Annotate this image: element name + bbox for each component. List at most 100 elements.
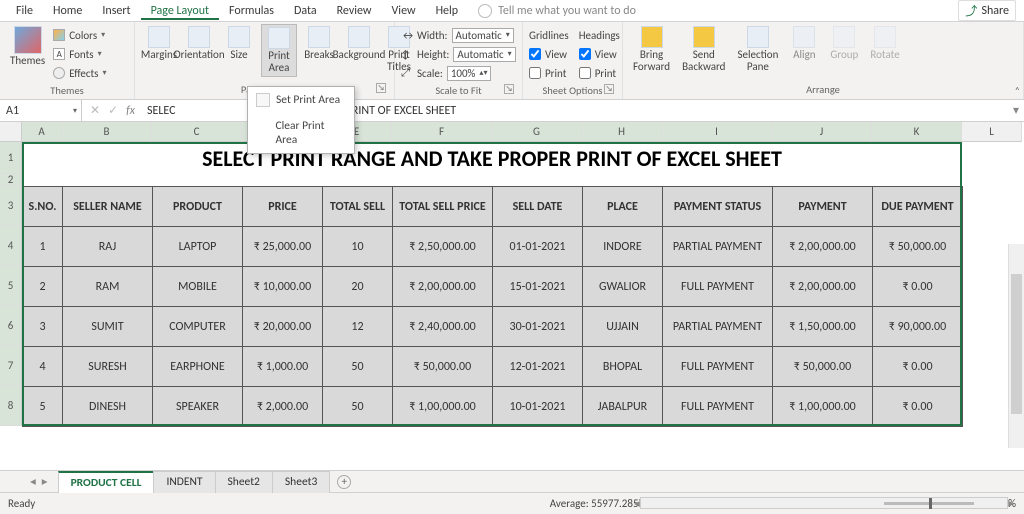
table-cell[interactable]: UJJAIN bbox=[583, 307, 663, 347]
table-cell[interactable]: RAJ bbox=[63, 227, 153, 267]
effects-button[interactable]: Effects ▾ bbox=[53, 64, 106, 82]
table-cell[interactable]: 3 bbox=[23, 307, 63, 347]
menu-data[interactable]: Data bbox=[284, 2, 327, 20]
group-button[interactable]: Group bbox=[826, 24, 862, 63]
table-cell[interactable]: 10-01-2021 bbox=[493, 387, 583, 427]
share-button[interactable]: ⤴ Share bbox=[958, 0, 1016, 21]
cancel-icon[interactable]: ✕ bbox=[90, 103, 100, 118]
table-cell[interactable]: PARTIAL PAYMENT bbox=[663, 307, 773, 347]
table-cell[interactable]: ₹ 20,000.00 bbox=[243, 307, 323, 347]
sheet-tab[interactable]: Sheet2 bbox=[215, 471, 273, 493]
table-header-cell[interactable]: PLACE bbox=[583, 187, 663, 227]
table-cell[interactable]: PARTIAL PAYMENT bbox=[663, 227, 773, 267]
table-header-cell[interactable]: S.NO. bbox=[23, 187, 63, 227]
table-cell[interactable]: COMPUTER bbox=[153, 307, 243, 347]
table-header-cell[interactable]: SELLER NAME bbox=[63, 187, 153, 227]
scale-combo[interactable]: ⤢Scale:100%▴▾ bbox=[401, 64, 516, 82]
table-cell[interactable]: FULL PAYMENT bbox=[663, 387, 773, 427]
menu-file[interactable]: File bbox=[6, 2, 43, 20]
table-header-cell[interactable]: DUE PAYMENT bbox=[873, 187, 963, 227]
table-cell[interactable]: FULL PAYMENT bbox=[663, 347, 773, 387]
col-header-C[interactable]: C bbox=[152, 122, 242, 142]
table-cell[interactable]: 12 bbox=[323, 307, 393, 347]
bring-forward-button[interactable]: Bring Forward bbox=[629, 24, 674, 75]
height-combo[interactable]: ↕Height:Automatic▾ bbox=[401, 45, 516, 63]
table-cell[interactable]: ₹ 2,000.00 bbox=[243, 387, 323, 427]
col-header-B[interactable]: B bbox=[62, 122, 152, 142]
table-cell[interactable]: FULL PAYMENT bbox=[663, 267, 773, 307]
fonts-button[interactable]: AFonts ▾ bbox=[53, 45, 106, 63]
table-cell[interactable]: INDORE bbox=[583, 227, 663, 267]
col-header-H[interactable]: H bbox=[582, 122, 662, 142]
table-cell[interactable]: RAM bbox=[63, 267, 153, 307]
table-cell[interactable]: 1 bbox=[23, 227, 63, 267]
table-cell[interactable]: 30-01-2021 bbox=[493, 307, 583, 347]
menu-home[interactable]: Home bbox=[43, 2, 92, 20]
menu-help[interactable]: Help bbox=[426, 2, 469, 20]
col-header-L[interactable]: L bbox=[962, 122, 1022, 142]
row-header-1[interactable]: 1 bbox=[0, 142, 22, 174]
background-button[interactable]: Background bbox=[341, 24, 377, 63]
gridlines-print-check[interactable]: Print bbox=[529, 64, 569, 82]
table-cell[interactable]: MOBILE bbox=[153, 267, 243, 307]
table-header-cell[interactable]: SELL DATE bbox=[493, 187, 583, 227]
table-header-cell[interactable]: PRODUCT bbox=[153, 187, 243, 227]
margins-button[interactable]: Margins bbox=[141, 24, 177, 63]
row-header-7[interactable]: 7 bbox=[0, 346, 22, 386]
col-header-K[interactable]: K bbox=[872, 122, 962, 142]
table-header-cell[interactable]: TOTAL SELL bbox=[323, 187, 393, 227]
menu-view[interactable]: View bbox=[382, 2, 426, 20]
table-cell[interactable]: ₹ 25,000.00 bbox=[243, 227, 323, 267]
row-header-6[interactable]: 6 bbox=[0, 306, 22, 346]
page-setup-launcher-icon[interactable]: ↘ bbox=[376, 83, 386, 93]
table-cell[interactable]: EARPHONE bbox=[153, 347, 243, 387]
tell-me-search[interactable]: Tell me what you want to do bbox=[478, 4, 636, 18]
row-header-5[interactable]: 5 bbox=[0, 266, 22, 306]
table-cell[interactable]: ₹ 2,00,000.00 bbox=[773, 267, 873, 307]
col-header-F[interactable]: F bbox=[392, 122, 492, 142]
name-box[interactable]: A1▾ bbox=[0, 100, 82, 121]
col-header-J[interactable]: J bbox=[772, 122, 872, 142]
table-cell[interactable]: DINESH bbox=[63, 387, 153, 427]
col-header-G[interactable]: G bbox=[492, 122, 582, 142]
table-cell[interactable]: ₹ 90,000.00 bbox=[873, 307, 963, 347]
gridlines-view-check[interactable]: View bbox=[529, 45, 569, 63]
table-header-cell[interactable]: PAYMENT STATUS bbox=[663, 187, 773, 227]
table-cell[interactable]: ₹ 0.00 bbox=[873, 267, 963, 307]
sheet-tab[interactable]: PRODUCT CELL bbox=[58, 471, 155, 493]
table-cell[interactable]: ₹ 1,00,000.00 bbox=[393, 387, 493, 427]
zoom-thumb[interactable] bbox=[929, 498, 932, 509]
size-button[interactable]: Size bbox=[221, 24, 257, 63]
tab-nav-prev-icon[interactable]: ◂ bbox=[30, 474, 36, 489]
align-button[interactable]: Align bbox=[786, 24, 822, 63]
row-header-3[interactable]: 3 bbox=[0, 186, 22, 226]
table-cell[interactable]: ₹ 2,50,000.00 bbox=[393, 227, 493, 267]
table-cell[interactable]: SPEAKER bbox=[153, 387, 243, 427]
table-cell[interactable]: 12-01-2021 bbox=[493, 347, 583, 387]
table-cell[interactable]: ₹ 50,000.00 bbox=[873, 227, 963, 267]
sheet-tab[interactable]: Sheet3 bbox=[272, 471, 330, 493]
scroll-thumb[interactable] bbox=[1011, 274, 1022, 414]
table-cell[interactable]: ₹ 1,50,000.00 bbox=[773, 307, 873, 347]
vertical-scrollbar[interactable] bbox=[1008, 244, 1024, 448]
send-backward-button[interactable]: Send Backward bbox=[678, 24, 729, 75]
table-cell[interactable]: ₹ 1,00,000.00 bbox=[773, 387, 873, 427]
row-header-4[interactable]: 4 bbox=[0, 226, 22, 266]
table-header-cell[interactable]: PRICE bbox=[243, 187, 323, 227]
clear-print-area-item[interactable]: Clear Print Area bbox=[248, 113, 354, 153]
fx-icon[interactable]: fx bbox=[126, 104, 135, 118]
zoom-track[interactable] bbox=[884, 502, 974, 505]
table-cell[interactable]: BHOPAL bbox=[583, 347, 663, 387]
title-merged-cell[interactable]: SELECT PRINT RANGE AND TAKE PROPER PRINT… bbox=[22, 142, 962, 174]
data-table[interactable]: S.NO.SELLER NAMEPRODUCTPRICETOTAL SELLTO… bbox=[22, 186, 963, 427]
table-cell[interactable]: LAPTOP bbox=[153, 227, 243, 267]
row-header-8[interactable]: 8 bbox=[0, 386, 22, 426]
table-cell[interactable]: 10 bbox=[323, 227, 393, 267]
selection-pane-button[interactable]: Selection Pane bbox=[733, 24, 782, 75]
table-cell[interactable]: ₹ 2,00,000.00 bbox=[393, 267, 493, 307]
menu-formulas[interactable]: Formulas bbox=[219, 2, 284, 20]
table-cell[interactable]: GWALIOR bbox=[583, 267, 663, 307]
table-cell[interactable]: ₹ 50,000.00 bbox=[773, 347, 873, 387]
table-header-cell[interactable]: PAYMENT bbox=[773, 187, 873, 227]
rotate-button[interactable]: Rotate bbox=[866, 24, 903, 63]
